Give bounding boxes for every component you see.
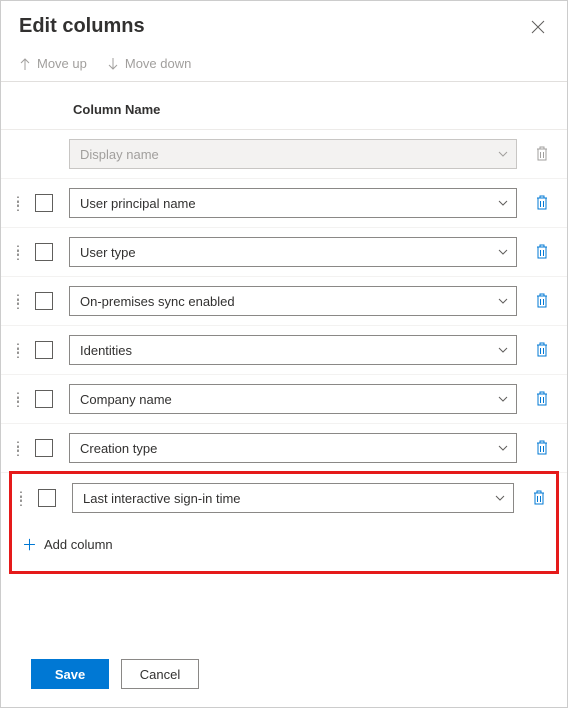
delete-button: [535, 146, 549, 162]
trash-icon: [535, 391, 549, 407]
toolbar: Move up Move down: [1, 46, 567, 82]
column-row: ⋮⋮ Company name: [1, 375, 567, 424]
column-row-locked: Display name: [1, 130, 567, 179]
arrow-down-icon: [107, 57, 119, 71]
drag-handle[interactable]: ⋮⋮: [13, 248, 23, 256]
drag-handle[interactable]: ⋮⋮: [13, 395, 23, 403]
chevron-down-icon: [498, 200, 508, 206]
row-checkbox[interactable]: [35, 292, 53, 310]
close-icon: [531, 20, 545, 34]
chevron-down-icon: [495, 495, 505, 501]
column-select-label: User type: [80, 245, 136, 260]
chevron-down-icon: [498, 347, 508, 353]
column-select-last-signin[interactable]: Last interactive sign-in time: [72, 483, 514, 513]
page-title: Edit columns: [19, 15, 145, 38]
plus-icon: ＋: [22, 534, 36, 555]
column-select-label: Identities: [80, 343, 132, 358]
column-select[interactable]: On-premises sync enabled: [69, 286, 517, 316]
cancel-button[interactable]: Cancel: [121, 659, 199, 689]
trash-icon: [535, 146, 549, 162]
delete-button[interactable]: [535, 342, 549, 358]
trash-icon: [535, 244, 549, 260]
columns-list: Column Name Display name ⋮⋮ User principa…: [1, 82, 567, 644]
column-name-header: Column Name: [1, 82, 567, 130]
row-checkbox[interactable]: [35, 341, 53, 359]
move-up-button[interactable]: Move up: [19, 56, 87, 71]
drag-handle[interactable]: ⋮⋮: [13, 346, 23, 354]
drag-handle[interactable]: ⋮⋮: [13, 199, 23, 207]
delete-button[interactable]: [535, 244, 549, 260]
trash-icon: [535, 440, 549, 456]
chevron-down-icon: [498, 298, 508, 304]
delete-button[interactable]: [535, 391, 549, 407]
delete-button[interactable]: [535, 293, 549, 309]
column-row: ⋮⋮ User principal name: [1, 179, 567, 228]
column-select-label: Creation type: [80, 441, 157, 456]
delete-button[interactable]: [535, 195, 549, 211]
move-up-label: Move up: [37, 56, 87, 71]
chevron-down-icon: [498, 445, 508, 451]
panel-header: Edit columns: [1, 1, 567, 46]
chevron-down-icon: [498, 249, 508, 255]
delete-button[interactable]: [532, 490, 546, 506]
trash-icon: [535, 342, 549, 358]
trash-icon: [532, 490, 546, 506]
add-column-label: Add column: [44, 537, 113, 552]
chevron-down-icon: [498, 151, 508, 157]
panel-footer: Save Cancel: [1, 644, 567, 707]
column-select[interactable]: Identities: [69, 335, 517, 365]
column-select-display-name: Display name: [69, 139, 517, 169]
chevron-down-icon: [498, 396, 508, 402]
save-button[interactable]: Save: [31, 659, 109, 689]
column-select-label: User principal name: [80, 196, 196, 211]
delete-button[interactable]: [535, 440, 549, 456]
column-row: ⋮⋮ Identities: [1, 326, 567, 375]
trash-icon: [535, 195, 549, 211]
move-down-label: Move down: [125, 56, 191, 71]
arrow-up-icon: [19, 57, 31, 71]
row-checkbox[interactable]: [35, 390, 53, 408]
column-select[interactable]: User type: [69, 237, 517, 267]
add-column-button[interactable]: ＋ Add column: [12, 522, 556, 569]
column-select-label: On-premises sync enabled: [80, 294, 235, 309]
drag-handle[interactable]: ⋮⋮: [16, 494, 26, 502]
column-row: ⋮⋮ User type: [1, 228, 567, 277]
drag-handle[interactable]: ⋮⋮: [13, 444, 23, 452]
highlighted-section: ⋮⋮ Last interactive sign-in time ＋ Add c…: [9, 471, 559, 574]
move-down-button[interactable]: Move down: [107, 56, 191, 71]
close-button[interactable]: [527, 16, 549, 38]
column-select-label: Display name: [80, 147, 159, 162]
row-checkbox[interactable]: [35, 243, 53, 261]
column-select[interactable]: Creation type: [69, 433, 517, 463]
drag-handle[interactable]: ⋮⋮: [13, 297, 23, 305]
column-row: ⋮⋮ On-premises sync enabled: [1, 277, 567, 326]
edit-columns-panel: Edit columns Move up Move down Column Na…: [0, 0, 568, 708]
column-select[interactable]: User principal name: [69, 188, 517, 218]
row-checkbox[interactable]: [35, 194, 53, 212]
column-select-label: Company name: [80, 392, 172, 407]
column-row: ⋮⋮ Creation type: [1, 424, 567, 473]
row-checkbox[interactable]: [38, 489, 56, 507]
column-select[interactable]: Company name: [69, 384, 517, 414]
column-select-label: Last interactive sign-in time: [83, 491, 241, 506]
column-row: ⋮⋮ Last interactive sign-in time: [12, 474, 556, 522]
row-checkbox[interactable]: [35, 439, 53, 457]
trash-icon: [535, 293, 549, 309]
